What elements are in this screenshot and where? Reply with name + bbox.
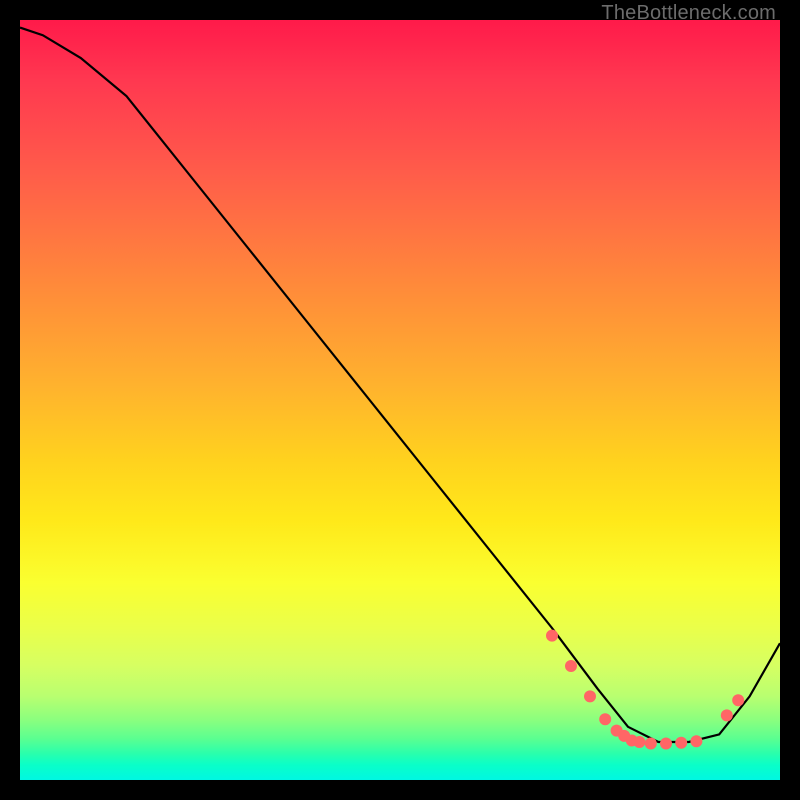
plot-area <box>20 20 780 780</box>
marker-dot <box>721 709 733 721</box>
marker-dot <box>660 738 672 750</box>
chart-stage: TheBottleneck.com <box>0 0 800 800</box>
bottleneck-curve <box>20 28 780 742</box>
marker-dot <box>599 713 611 725</box>
marker-dot <box>645 738 657 750</box>
marker-dot <box>584 690 596 702</box>
marker-dot <box>675 737 687 749</box>
data-markers <box>546 630 744 750</box>
chart-svg <box>20 20 780 780</box>
marker-dot <box>633 736 645 748</box>
marker-dot <box>565 660 577 672</box>
marker-dot <box>546 630 558 642</box>
marker-dot <box>690 735 702 747</box>
marker-dot <box>732 694 744 706</box>
